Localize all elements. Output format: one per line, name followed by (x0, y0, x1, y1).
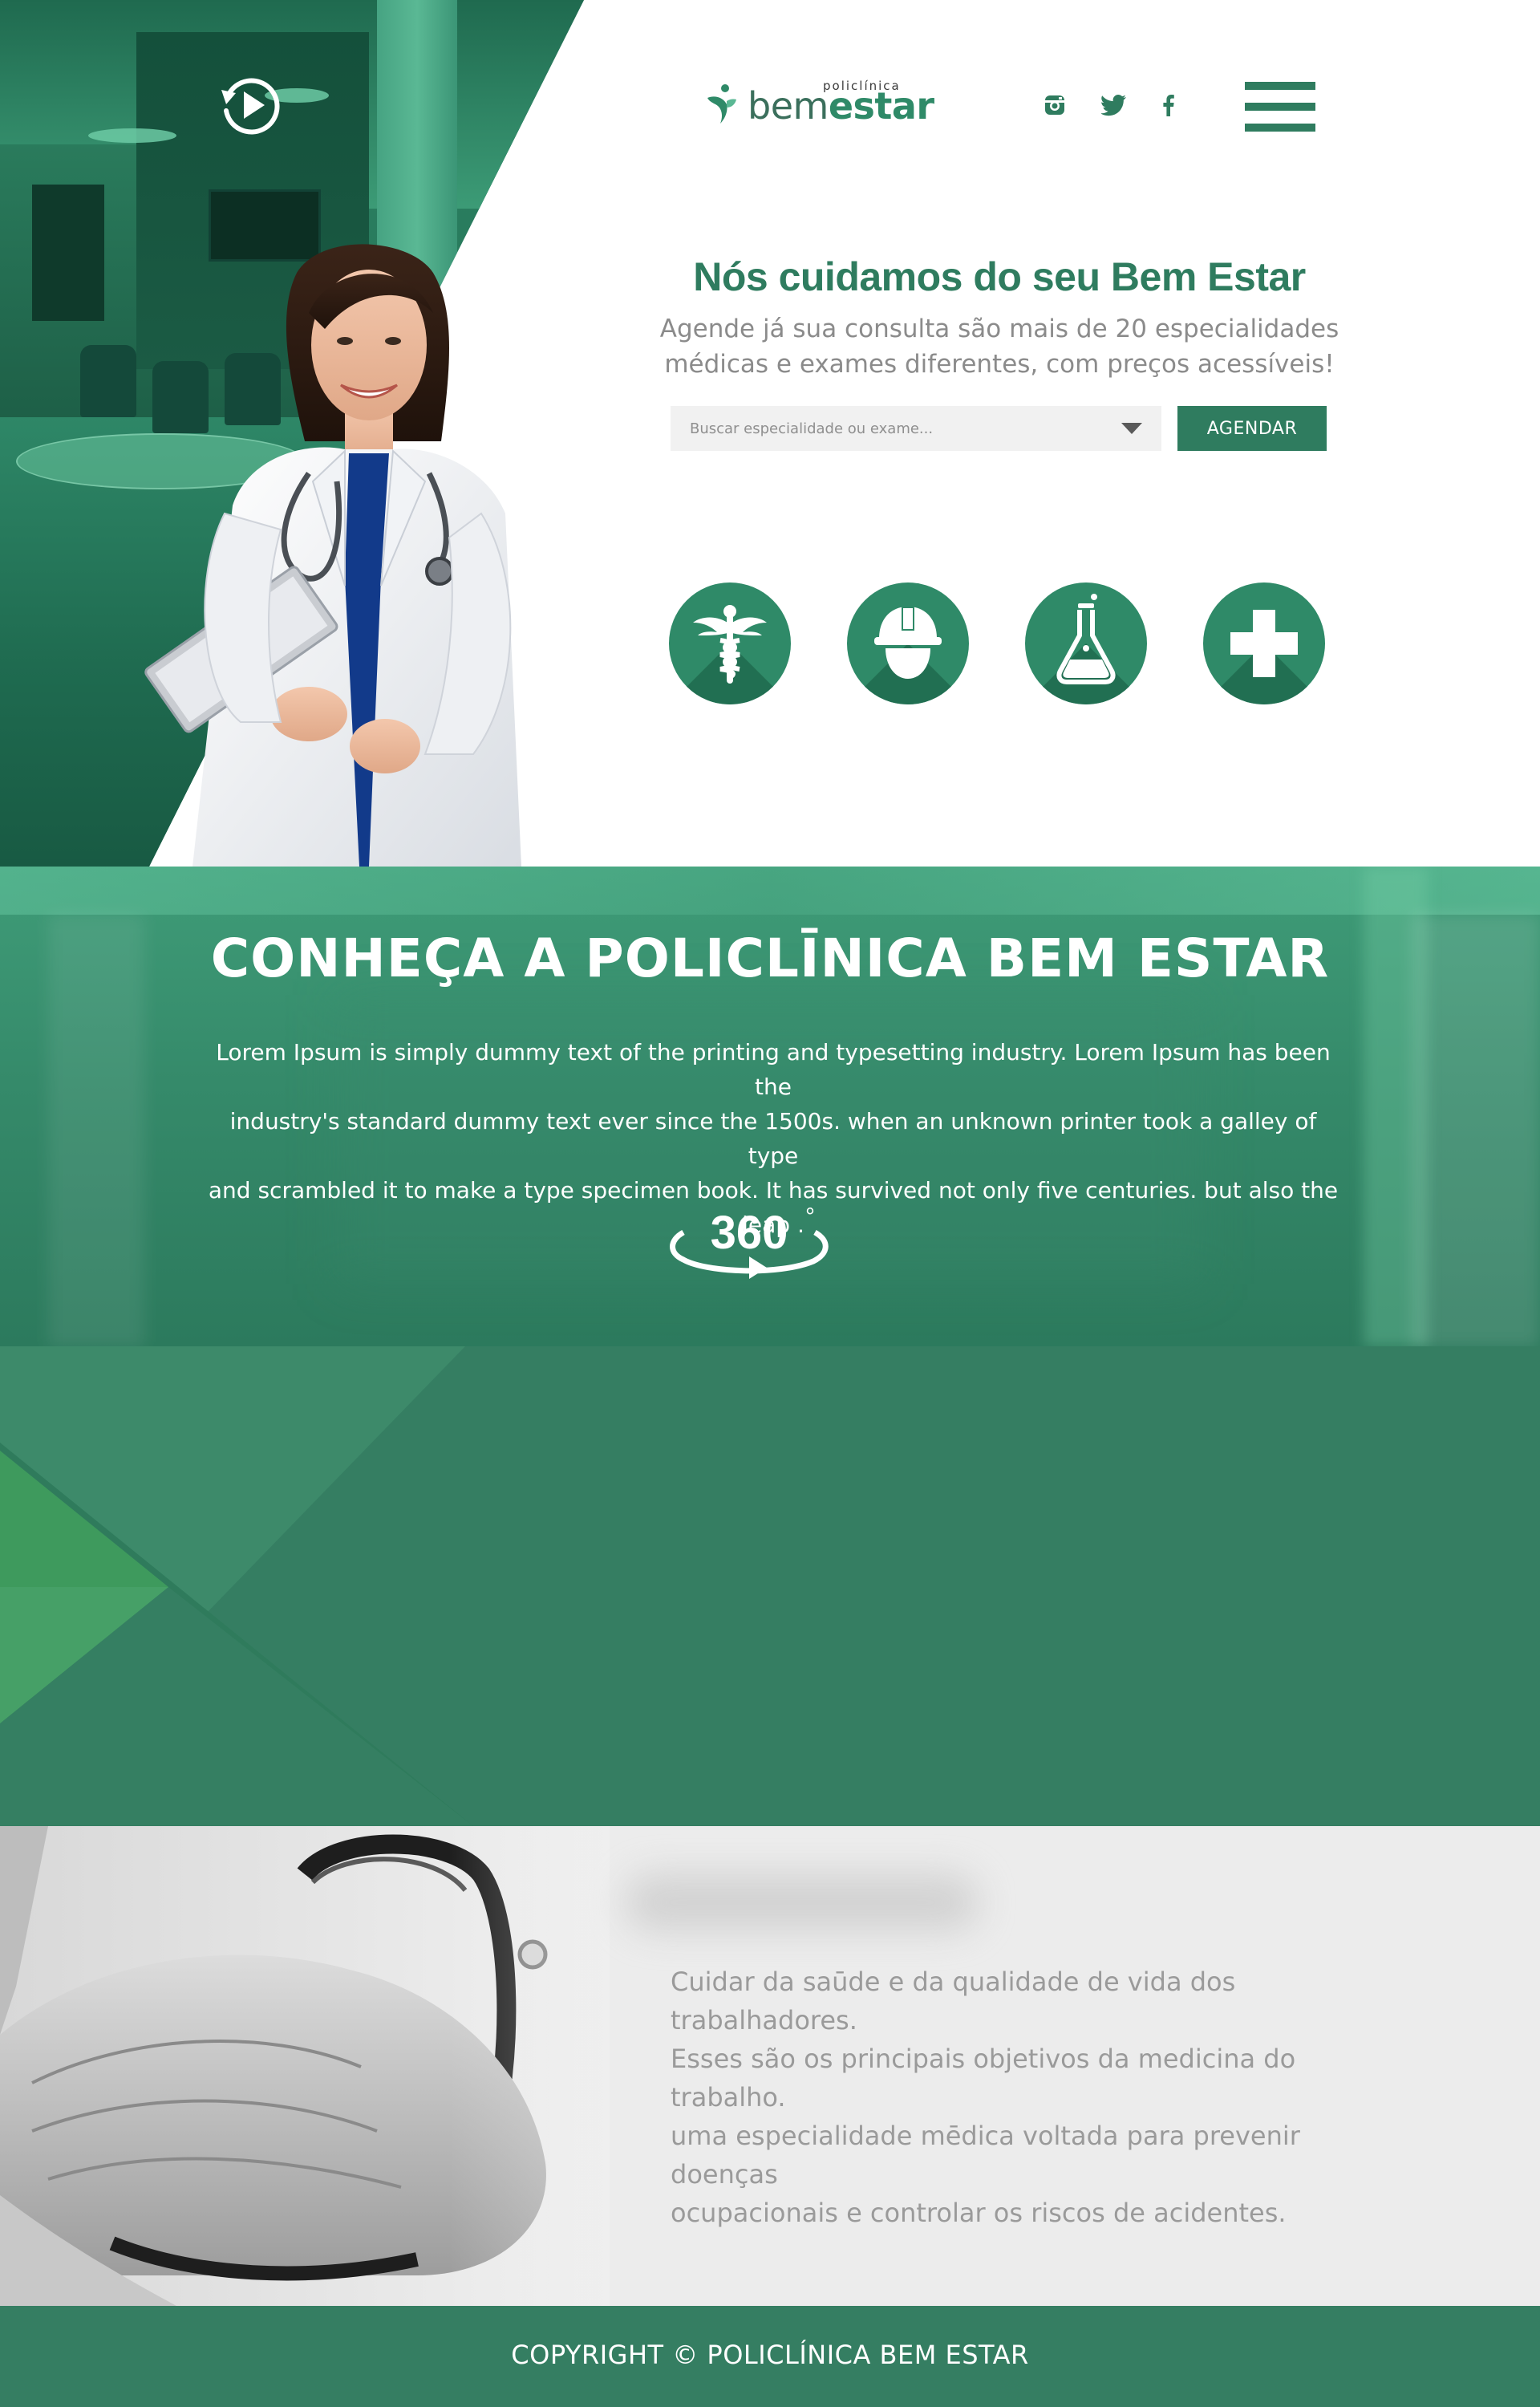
work-text-line: Esses são os principais objetivos da med… (671, 2044, 1296, 2113)
doctor-photo (144, 244, 521, 867)
replay-play-icon[interactable] (218, 72, 284, 138)
specialty-search-select[interactable]: Buscar especialidade ou exame... (671, 406, 1161, 451)
tour-360-label: 360 (711, 1207, 788, 1259)
brand-name: bemestar (748, 83, 934, 128)
leaf-person-icon (707, 84, 736, 124)
brand-name-part1: bem (748, 84, 829, 128)
medical-cross-icon (1230, 610, 1298, 677)
lab-exams-service-button[interactable] (1025, 582, 1147, 704)
about-text-line: Lorem Ipsum is simply dummy text of the … (216, 1039, 1331, 1100)
hamburger-menu-icon[interactable] (1245, 82, 1315, 132)
medical-cross-service-button[interactable] (1203, 582, 1325, 704)
work-text-line: uma especialidade mēdica voltada para pr… (671, 2121, 1300, 2190)
hero-subtitle-line: médicas e exames diferentes, com preços … (664, 350, 1335, 379)
footer-copyright: COPYRIGHT © POLICLÍNICA BEM ESTAR (511, 2340, 1029, 2370)
instagram-icon[interactable] (1041, 91, 1068, 119)
clinic-door (32, 185, 104, 321)
work-text-line: Cuidar da saūde e da qualidade de vida d… (671, 1967, 1236, 2036)
work-medicine-text: Cuidar da saūde e da qualidade de vida d… (671, 1963, 1392, 2232)
geometric-banner (0, 1346, 1540, 1826)
about-title: CONHEÇA A POLICLĪNICA BEM ESTAR (210, 927, 1330, 989)
tour-360-icon[interactable]: 360 ° (666, 1200, 834, 1289)
work-text-line: ocupacionais e controlar os riscos de ac… (671, 2198, 1287, 2228)
chevron-down-icon[interactable] (1121, 423, 1142, 434)
tour-360-degree: ° (805, 1204, 815, 1230)
hero-section: policlínica bemestar Nós cuidamos do seu… (0, 0, 1540, 867)
lab-flask-icon (1056, 594, 1116, 684)
hero-subtitle-line: Agende já sua consulta são mais de 20 es… (659, 315, 1339, 343)
ceiling-lamp (88, 128, 176, 143)
hero-title: Nós cuidamos do seu Bem Estar (693, 254, 1306, 299)
search-placeholder: Buscar especialidade ou exame... (690, 420, 934, 437)
twitter-icon[interactable] (1100, 91, 1128, 119)
caduceus-service-button[interactable] (669, 582, 791, 704)
occupational-service-button[interactable] (847, 582, 969, 704)
agendar-button[interactable]: AGENDAR (1177, 406, 1327, 451)
facebook-icon[interactable] (1155, 91, 1182, 119)
hero-subtitle: Agende já sua consulta são mais de 20 es… (642, 311, 1357, 382)
worker-helmet-icon (874, 607, 942, 679)
about-text-line: industry's standard dummy text ever sinc… (229, 1108, 1317, 1169)
brand-name-part2: estar (828, 84, 934, 128)
caduceus-icon (693, 605, 767, 684)
